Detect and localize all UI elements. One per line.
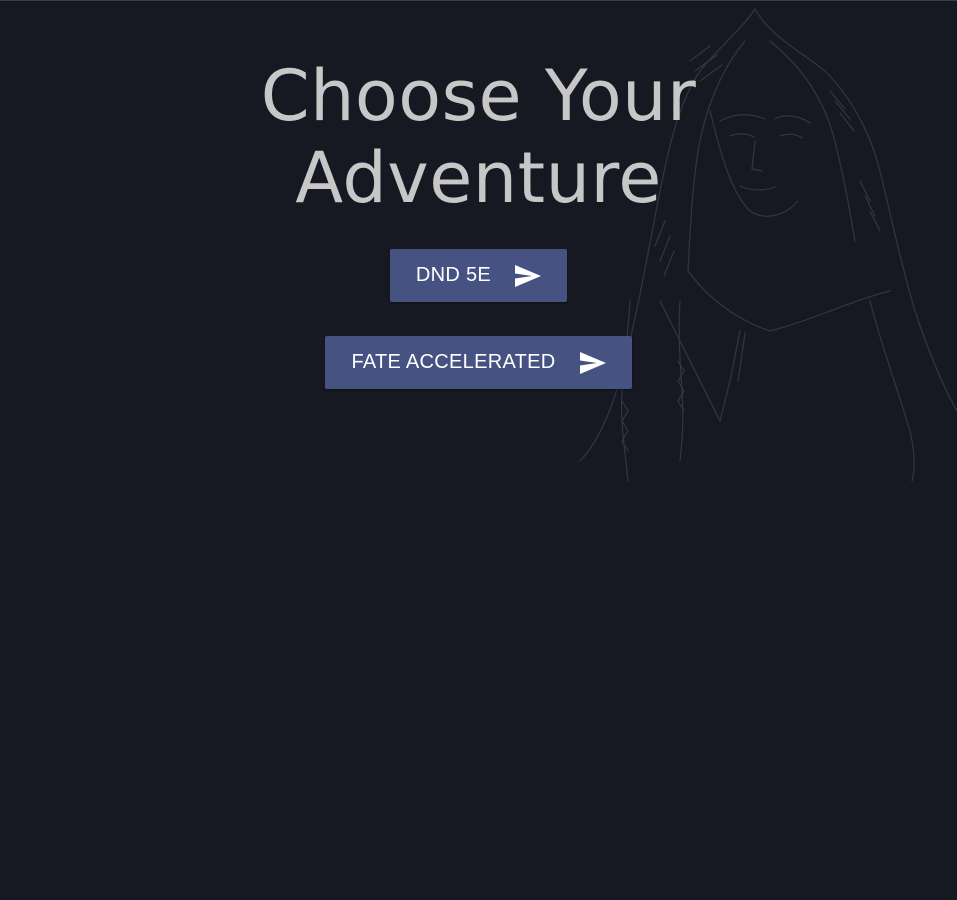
fate-accelerated-button[interactable]: FATE ACCELERATED: [325, 336, 632, 389]
page-title: Choose Your Adventure: [0, 55, 957, 219]
send-icon: [515, 264, 542, 287]
title-line-2: Adventure: [295, 137, 662, 219]
page: Choose Your Adventure DND 5E FATE ACCELE…: [0, 0, 957, 900]
send-icon: [579, 351, 606, 374]
dnd-5e-button[interactable]: DND 5E: [390, 249, 567, 302]
dnd-5e-button-label: DND 5E: [415, 264, 492, 286]
title-line-1: Choose Your: [260, 55, 697, 137]
fate-accelerated-button-label: FATE ACCELERATED: [351, 351, 556, 373]
